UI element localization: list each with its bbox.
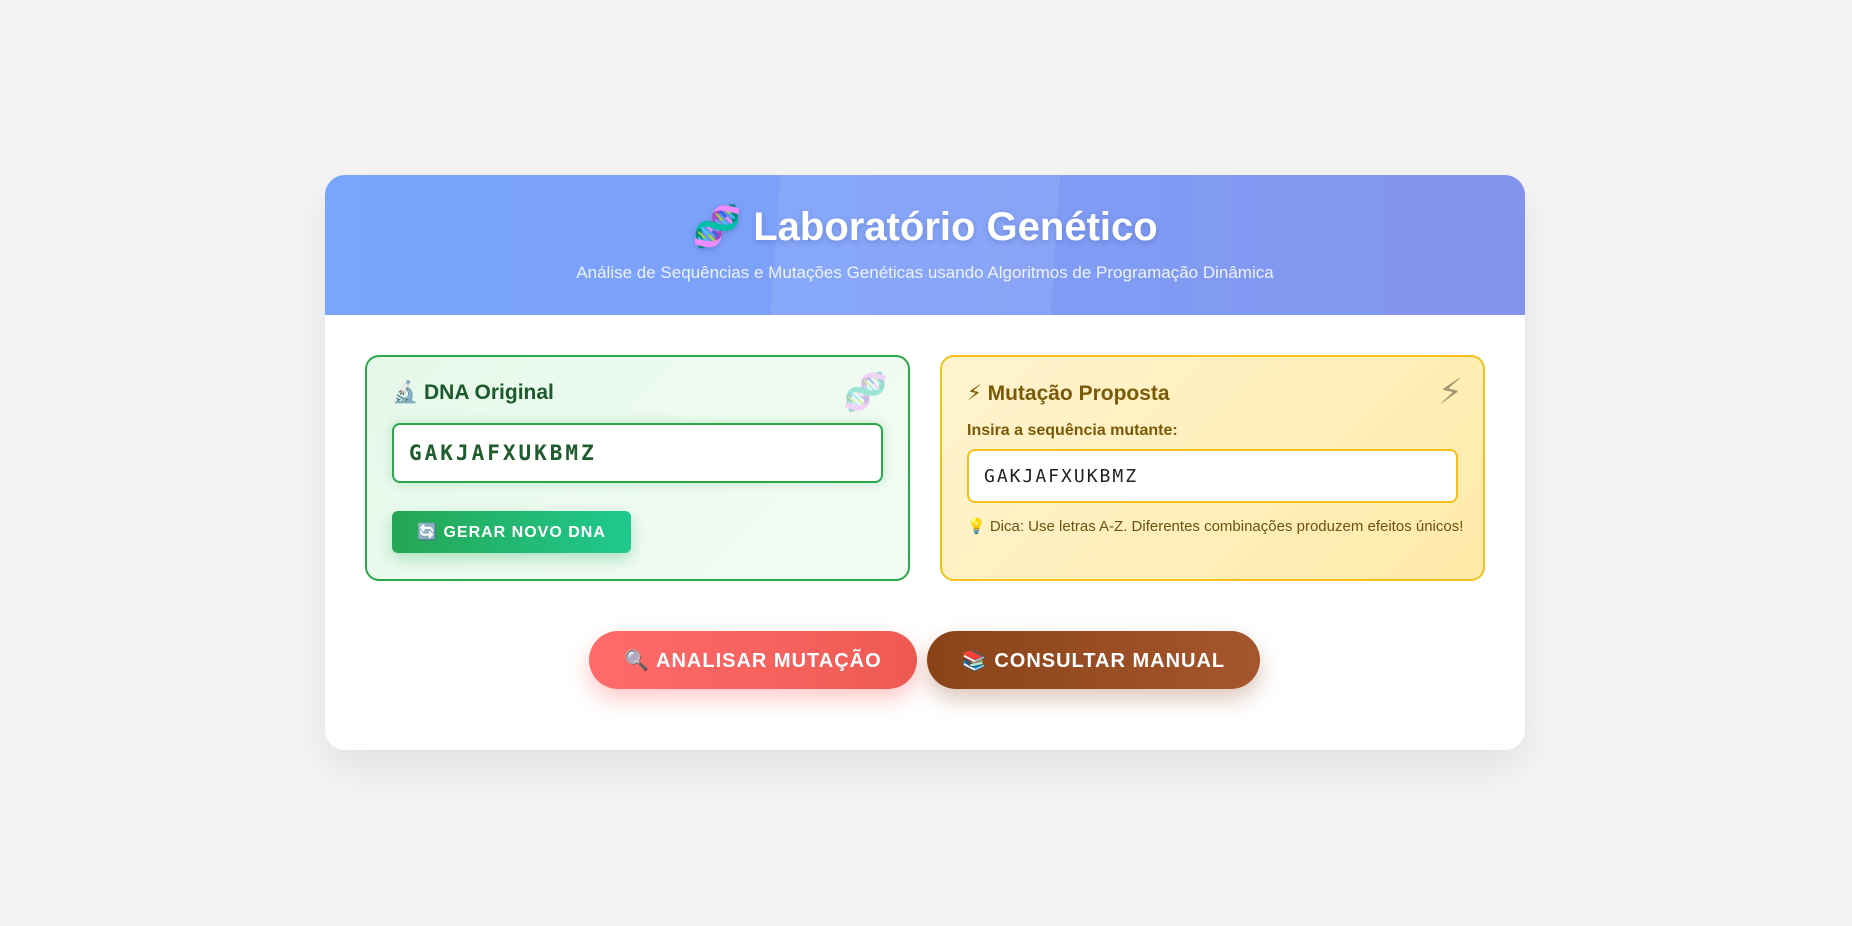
lightning-icon: ⚡ — [1437, 371, 1463, 412]
mutation-title: ⚡ Mutação Proposta — [967, 382, 1170, 405]
page-subtitle: Análise de Sequências e Mutações Genétic… — [576, 263, 1274, 282]
dna-icon: 🧬 — [843, 371, 888, 412]
analyze-mutation-button[interactable]: 🔍 ANALISAR MUTAÇÃO — [589, 631, 917, 689]
generate-dna-button[interactable]: 🔄 GERAR NOVO DNA — [392, 511, 631, 553]
mutation-input[interactable] — [967, 449, 1458, 503]
page-title: 🧬 Laboratório Genético — [692, 205, 1158, 249]
consult-manual-button[interactable]: 📚 CONSULTAR MANUAL — [927, 631, 1260, 689]
main-card: 🧬 Laboratório Genético Análise de Sequên… — [325, 175, 1525, 750]
mutation-panel: ⚡ Mutação Proposta ⚡ Insira a sequência … — [940, 355, 1485, 581]
original-dna-panel: 🔬 DNA Original 🧬 GAKJAFXUKBMZ 🔄 GERAR NO… — [365, 355, 910, 581]
original-dna-title: 🔬 DNA Original — [392, 381, 554, 404]
header: 🧬 Laboratório Genético Análise de Sequên… — [325, 175, 1525, 315]
mutation-input-label: Insira a sequência mutante: — [967, 422, 1178, 439]
mutation-hint: 💡 Dica: Use letras A-Z. Diferentes combi… — [967, 518, 1464, 535]
original-dna-sequence: GAKJAFXUKBMZ — [392, 423, 883, 483]
